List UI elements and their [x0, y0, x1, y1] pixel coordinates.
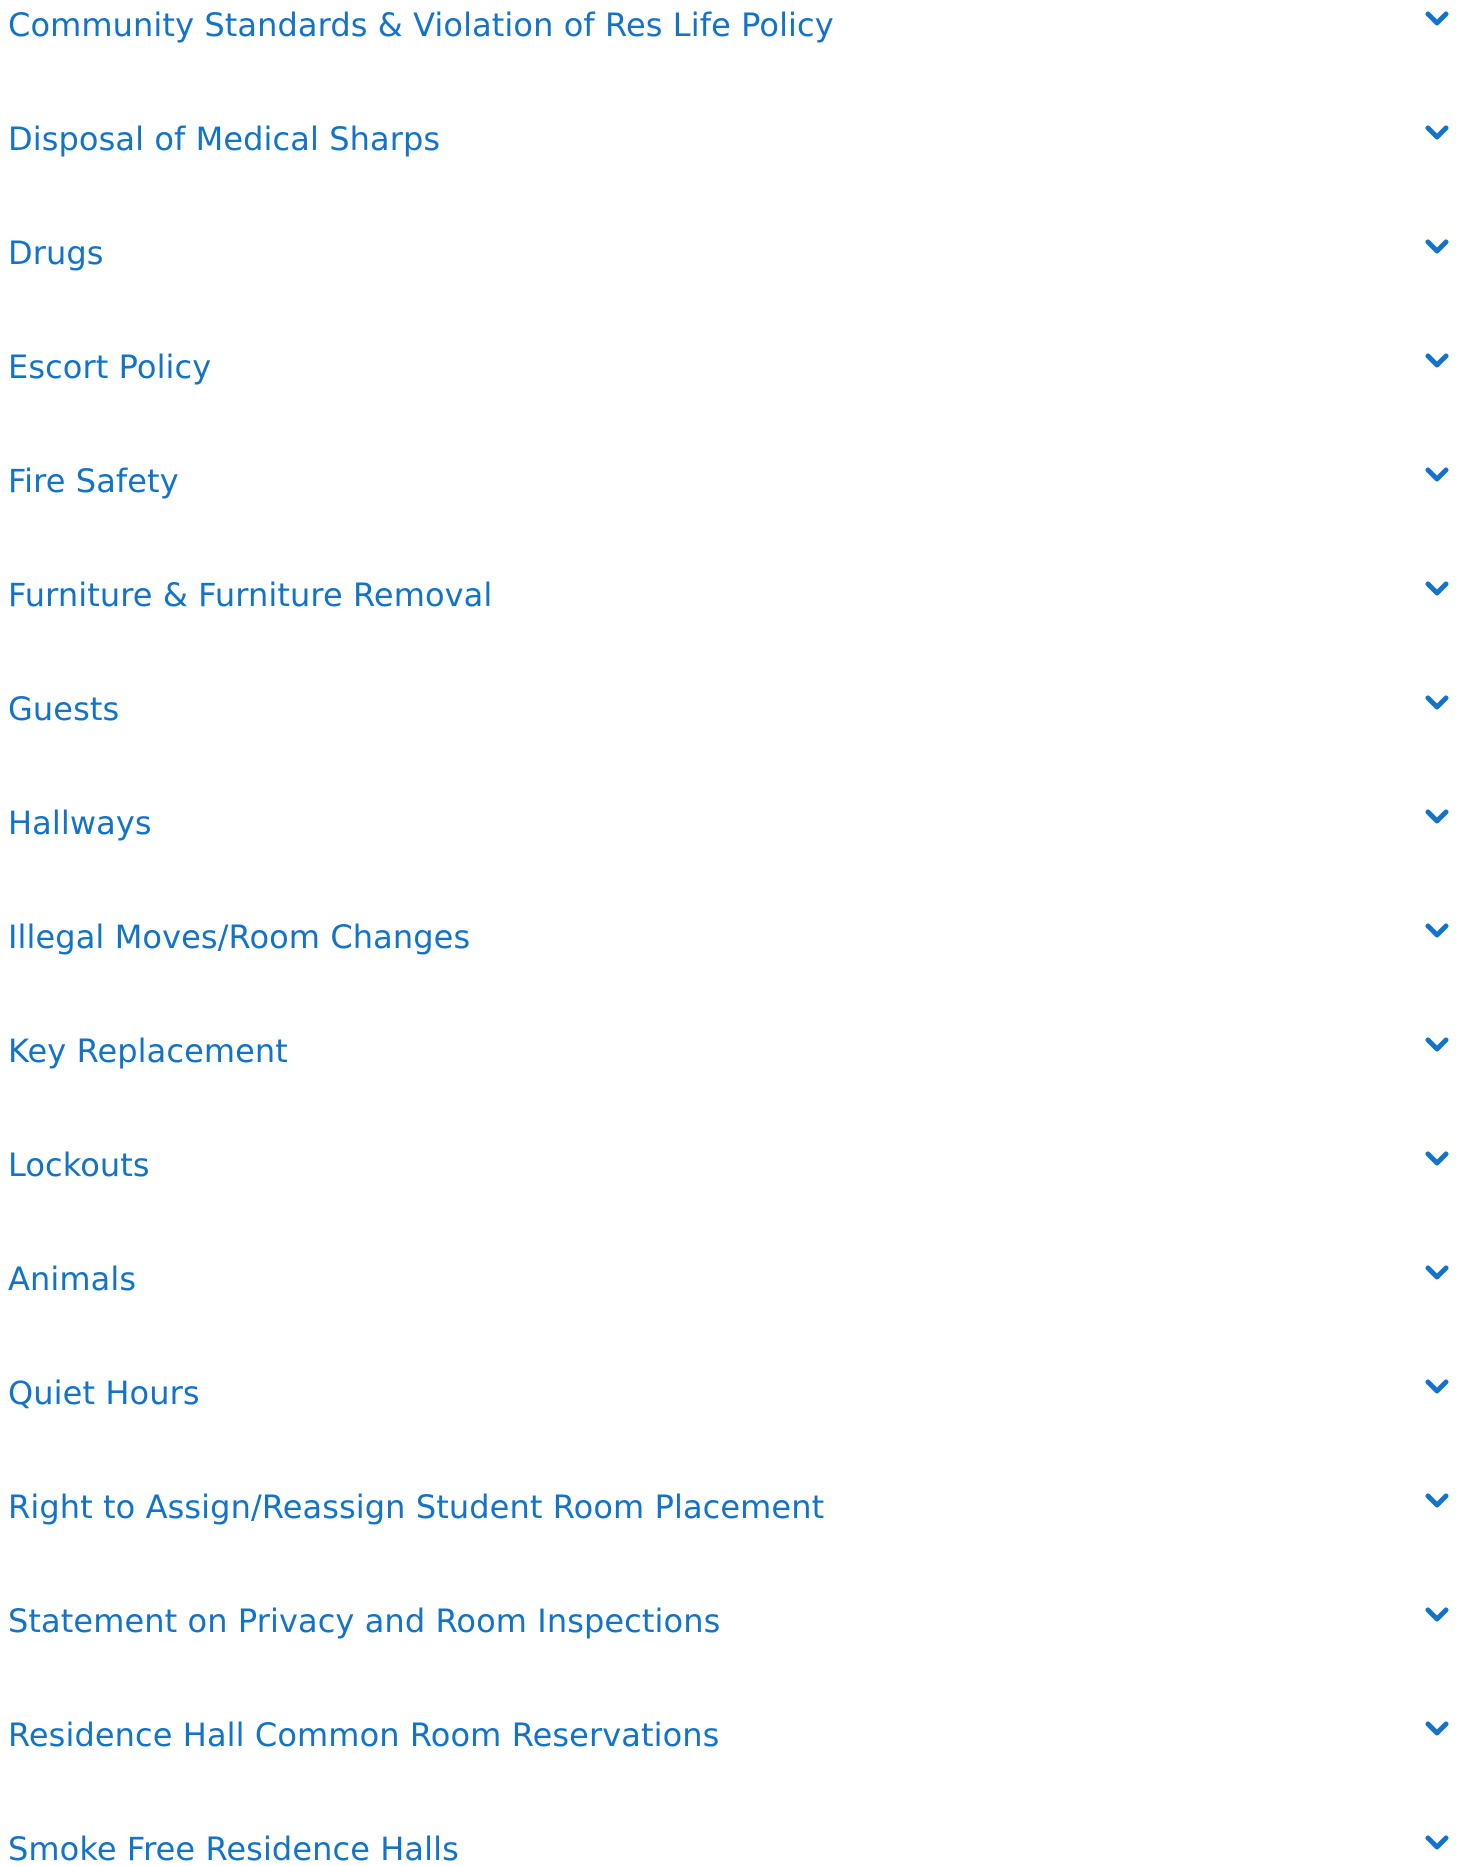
accordion-item-guests[interactable]: Guests: [0, 684, 1461, 798]
chevron-down-icon[interactable]: [1424, 576, 1450, 602]
chevron-down-icon[interactable]: [1424, 1830, 1450, 1856]
accordion-item-hallways[interactable]: Hallways: [0, 798, 1461, 912]
accordion-item-label: Right to Assign/Reassign Student Room Pl…: [8, 1488, 825, 1526]
accordion-item-furniture-removal[interactable]: Furniture & Furniture Removal: [0, 570, 1461, 684]
accordion-item-label: Hallways: [8, 804, 152, 842]
chevron-down-icon[interactable]: [1424, 1716, 1450, 1742]
chevron-down-icon[interactable]: [1424, 234, 1450, 260]
accordion-item-label: Lockouts: [8, 1146, 150, 1184]
accordion-item-label: Animals: [8, 1260, 137, 1298]
chevron-down-icon[interactable]: [1424, 1260, 1450, 1286]
accordion-item-label: Guests: [8, 690, 120, 728]
accordion-item-label: Disposal of Medical Sharps: [8, 120, 441, 158]
chevron-down-icon[interactable]: [1424, 120, 1450, 146]
chevron-down-icon[interactable]: [1424, 348, 1450, 374]
chevron-down-icon[interactable]: [1424, 1602, 1450, 1628]
chevron-down-icon[interactable]: [1424, 1374, 1450, 1400]
accordion-item-room-placement[interactable]: Right to Assign/Reassign Student Room Pl…: [0, 1482, 1461, 1596]
chevron-down-icon[interactable]: [1424, 462, 1450, 488]
accordion-item-label: Community Standards & Violation of Res L…: [8, 6, 834, 44]
policy-accordion: Community Standards & Violation of Res L…: [0, 0, 1461, 1866]
accordion-item-label: Escort Policy: [8, 348, 212, 386]
accordion-item-privacy-room-inspections[interactable]: Statement on Privacy and Room Inspection…: [0, 1596, 1461, 1710]
accordion-item-drugs[interactable]: Drugs: [0, 228, 1461, 342]
accordion-item-animals[interactable]: Animals: [0, 1254, 1461, 1368]
accordion-item-label: Residence Hall Common Room Reservations: [8, 1716, 720, 1754]
accordion-item-key-replacement[interactable]: Key Replacement: [0, 1026, 1461, 1140]
chevron-down-icon[interactable]: [1424, 690, 1450, 716]
accordion-item-label: Quiet Hours: [8, 1374, 200, 1412]
accordion-item-label: Illegal Moves/Room Changes: [8, 918, 471, 956]
accordion-item-illegal-moves[interactable]: Illegal Moves/Room Changes: [0, 912, 1461, 1026]
accordion-item-common-room-reservations[interactable]: Residence Hall Common Room Reservations: [0, 1710, 1461, 1824]
chevron-down-icon[interactable]: [1424, 918, 1450, 944]
accordion-item-label: Fire Safety: [8, 462, 179, 500]
accordion-item-community-standards[interactable]: Community Standards & Violation of Res L…: [0, 0, 1461, 114]
accordion-item-label: Smoke Free Residence Halls: [8, 1830, 459, 1866]
accordion-item-label: Drugs: [8, 234, 104, 272]
accordion-item-smoke-free[interactable]: Smoke Free Residence Halls: [0, 1824, 1461, 1866]
accordion-item-label: Key Replacement: [8, 1032, 288, 1070]
chevron-down-icon[interactable]: [1424, 6, 1450, 32]
chevron-down-icon[interactable]: [1424, 1146, 1450, 1172]
accordion-item-label: Statement on Privacy and Room Inspection…: [8, 1602, 721, 1640]
accordion-item-fire-safety[interactable]: Fire Safety: [0, 456, 1461, 570]
chevron-down-icon[interactable]: [1424, 1032, 1450, 1058]
accordion-item-quiet-hours[interactable]: Quiet Hours: [0, 1368, 1461, 1482]
accordion-item-label: Furniture & Furniture Removal: [8, 576, 493, 614]
chevron-down-icon[interactable]: [1424, 1488, 1450, 1514]
chevron-down-icon[interactable]: [1424, 804, 1450, 830]
accordion-item-lockouts[interactable]: Lockouts: [0, 1140, 1461, 1254]
accordion-item-disposal-of-medical-sharps[interactable]: Disposal of Medical Sharps: [0, 114, 1461, 228]
accordion-item-escort-policy[interactable]: Escort Policy: [0, 342, 1461, 456]
